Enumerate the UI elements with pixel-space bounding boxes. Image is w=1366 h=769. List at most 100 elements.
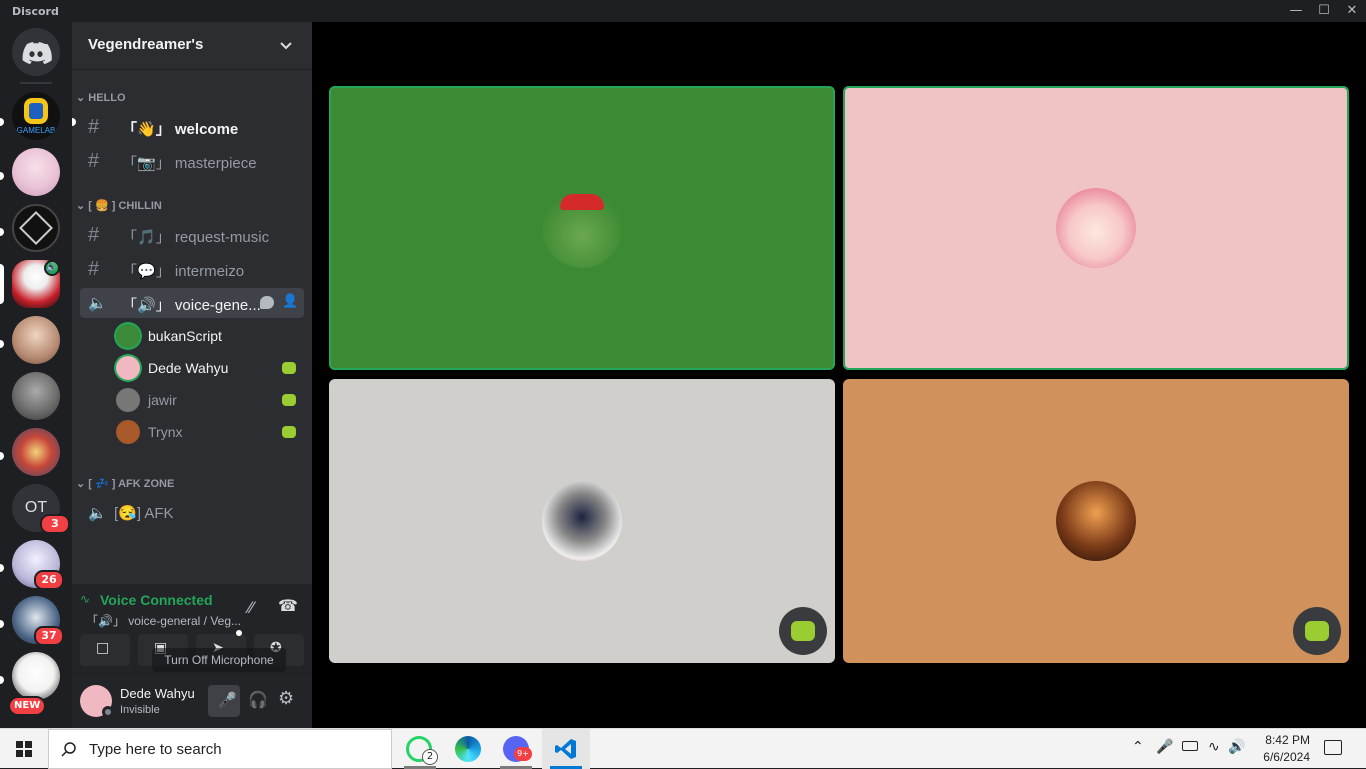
mention-badge: 37 [34, 626, 64, 646]
video-tile-trynx[interactable] [843, 379, 1349, 663]
new-badge: NEW [8, 696, 47, 716]
volume-icon[interactable]: 🔊 [1228, 739, 1245, 755]
channel-request-music[interactable]: # 「🎵」 request-music [80, 220, 304, 250]
voice-channel-link[interactable]: 「🔊」 voice-general / Veg... [86, 612, 241, 629]
server-name: Vegendreamer's [88, 36, 204, 53]
chevron-down-icon: ⌄ [76, 478, 86, 490]
voice-member[interactable]: Trynx [116, 418, 304, 446]
vscode-taskbar-app[interactable] [542, 729, 590, 769]
gear-icon[interactable]: ⚙ [278, 688, 294, 709]
notification-dot [236, 630, 242, 636]
music-note-emoji: 🎵 [137, 229, 156, 246]
notification-icon[interactable] [1324, 740, 1342, 755]
mute-button[interactable]: 🎤 [208, 685, 240, 717]
whatsapp-taskbar-app[interactable]: 2 [396, 729, 444, 769]
emblem-icon [19, 211, 53, 245]
category-label: [ 💤 ] AFK ZONE [88, 478, 175, 490]
speaker-icon: 🔊 [44, 260, 60, 276]
user-name[interactable]: Dede Wahyu [120, 686, 195, 701]
vscode-icon [555, 739, 576, 759]
voice-status[interactable]: Voice Connected [100, 592, 213, 608]
chevron-down-icon: ⌄ [76, 200, 86, 212]
avatar [1056, 481, 1136, 561]
text-channel-icon: # [88, 150, 100, 172]
channel-welcome[interactable]: # 「👋」 welcome [80, 112, 304, 142]
voice-member[interactable]: Dede Wahyu [116, 354, 304, 382]
mention-badge: 26 [34, 570, 64, 590]
headphones-icon[interactable]: 🎧 [248, 690, 268, 709]
noise-suppression-icon[interactable]: ⁄⁄ [248, 598, 253, 617]
chevron-up-icon[interactable]: ⌃ [1132, 739, 1144, 755]
tooltip: Turn Off Microphone [152, 648, 286, 672]
microphone-icon: 🎤 [218, 691, 237, 709]
gamelab-label: GAMELAB [16, 126, 56, 135]
unread-pill [0, 118, 4, 126]
server-cartoon[interactable] [12, 428, 60, 476]
category-chillin[interactable]: ⌄ [ 🍔 ] CHILLIN [76, 198, 162, 214]
server-new[interactable] [12, 652, 60, 700]
invite-icon[interactable]: 👤 [282, 294, 298, 309]
channel-intermeizo[interactable]: # 「💬」 intermeizo [80, 254, 304, 284]
member-name: jawir [148, 392, 177, 408]
mention-badge: 3 [40, 514, 70, 534]
taskbar-search[interactable]: Type here to search [48, 729, 392, 769]
speech-bubble-emoji: 💬 [137, 263, 156, 280]
voice-member[interactable]: bukanScript [116, 322, 304, 350]
avatar [542, 481, 622, 561]
close-icon[interactable]: ✕ [1338, 0, 1366, 22]
voice-call-stage [312, 22, 1366, 728]
speaker-icon: 🔈 [88, 295, 107, 312]
server-anime-girl[interactable] [12, 316, 60, 364]
battery-icon[interactable] [1182, 741, 1198, 751]
channel-voice-general[interactable]: 🔈 「🔊」 voice-gene... 👤 [80, 288, 304, 318]
discord-taskbar-app[interactable]: 9+ [492, 729, 540, 769]
wifi-icon[interactable]: ∿ [1208, 739, 1220, 755]
channel-name: [😪] AFK [114, 505, 174, 522]
chevron-down-icon[interactable] [280, 40, 292, 52]
channel-name: 「📷」 masterpiece [122, 155, 257, 172]
clock[interactable]: 8:42 PM 6/6/2024 [1252, 732, 1310, 766]
selected-pill [0, 264, 4, 304]
avatar [116, 388, 140, 412]
category-hello[interactable]: ⌄ HELLO [76, 90, 126, 106]
open-chat-icon[interactable] [260, 296, 274, 309]
server-header[interactable]: Vegendreamer's [72, 22, 312, 70]
video-tile-jawir[interactable] [329, 379, 835, 663]
game-activity-icon [779, 607, 827, 655]
signal-icon: ∿ [80, 592, 91, 606]
channel-name: 「💬」 intermeizo [122, 263, 245, 280]
camera-button[interactable]: □ [80, 634, 130, 666]
category-afk-zone[interactable]: ⌄ [ 💤 ] AFK ZONE [76, 476, 174, 492]
disconnect-icon[interactable]: ☎ [278, 596, 298, 615]
video-tile-bukanscript[interactable] [329, 86, 835, 370]
server-dark-emblem[interactable] [12, 204, 60, 252]
server-face[interactable] [12, 372, 60, 420]
minimize-icon[interactable]: — [1282, 0, 1310, 22]
member-name: Dede Wahyu [148, 360, 229, 376]
channel-afk[interactable]: 🔈 [😪] AFK [80, 498, 304, 528]
server-gamelab[interactable]: GAMELAB [12, 92, 60, 140]
windows-start-icon[interactable] [16, 741, 32, 757]
game-activity-icon [282, 426, 296, 438]
edge-taskbar-app[interactable] [444, 729, 492, 769]
maximize-icon[interactable]: ☐ [1310, 0, 1338, 22]
game-activity-icon [282, 362, 296, 374]
edge-icon [455, 736, 481, 762]
server-anime[interactable] [12, 148, 60, 196]
speaker-emoji: 🔊 [137, 297, 156, 314]
app-badge: 2 [422, 749, 438, 765]
text-channel-icon: # [88, 116, 100, 138]
video-tile-dede-wahyu[interactable] [843, 86, 1349, 370]
channel-sidebar: Vegendreamer's ⌄ HELLO # 「👋」 welcome # 「… [72, 22, 312, 728]
microphone-icon[interactable]: 🎤 [1156, 739, 1173, 755]
unread-pill [0, 676, 4, 684]
red-hat-icon [560, 194, 604, 210]
clock-time: 8:42 PM [1265, 733, 1310, 747]
avatar [116, 420, 140, 444]
avatar [542, 188, 622, 268]
home-button[interactable] [12, 28, 60, 76]
avatar [116, 356, 140, 380]
clock-date: 6/6/2024 [1263, 750, 1310, 764]
channel-masterpiece[interactable]: # 「📷」 masterpiece [80, 146, 304, 176]
voice-member[interactable]: jawir [116, 386, 304, 414]
